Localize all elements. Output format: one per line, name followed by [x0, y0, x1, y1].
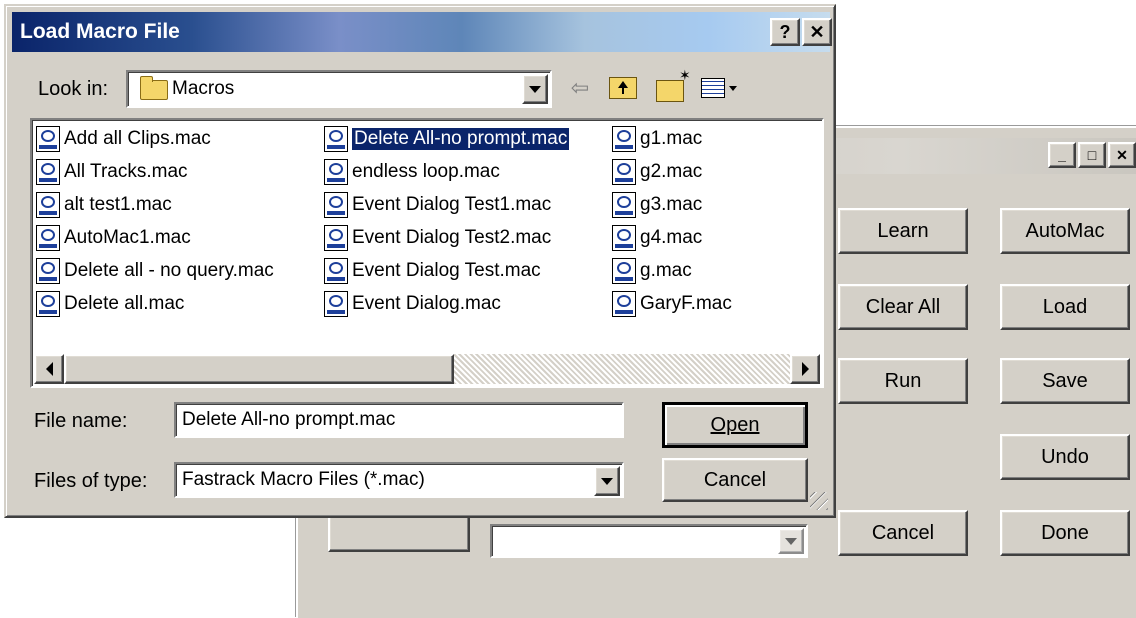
maximize-button[interactable]: □: [1078, 142, 1106, 168]
learn-button[interactable]: Learn: [838, 208, 968, 254]
folder-icon: [140, 76, 168, 100]
background-combo[interactable]: [490, 524, 808, 558]
files-of-type-label: Files of type:: [34, 470, 148, 492]
list-item[interactable]: g1.mac: [612, 124, 702, 154]
list-item-selected[interactable]: Delete All-no prompt.mac: [324, 124, 571, 154]
macro-file-icon: [324, 225, 348, 251]
open-label: Open: [710, 413, 760, 436]
dialog-titlebar[interactable]: Load Macro File ? ✕: [12, 12, 832, 52]
done-button[interactable]: Done: [1000, 510, 1130, 556]
list-item[interactable]: g3.mac: [612, 190, 702, 220]
list-item[interactable]: Add all Clips.mac: [36, 124, 211, 154]
list-item[interactable]: g2.mac: [612, 157, 702, 187]
background-cancel-button[interactable]: Cancel: [838, 510, 968, 556]
file-name-value: Delete All-no prompt.mac: [182, 409, 396, 430]
clear-all-button[interactable]: Clear All: [838, 284, 968, 330]
macro-file-icon: [612, 291, 636, 317]
macro-file-icon: [324, 192, 348, 218]
macro-file-icon: [612, 126, 636, 152]
background-combo-arrow[interactable]: [778, 528, 804, 554]
file-name-input[interactable]: Delete All-no prompt.mac: [174, 402, 624, 438]
look-in-label: Look in:: [38, 78, 109, 100]
macro-file-icon: [612, 159, 636, 185]
list-item[interactable]: Event Dialog Test1.mac: [324, 190, 551, 220]
macro-file-icon: [36, 192, 60, 218]
file-name-label: File name:: [34, 410, 128, 432]
list-item[interactable]: alt test1.mac: [36, 190, 172, 220]
help-button[interactable]: ?: [770, 18, 800, 46]
save-button[interactable]: Save: [1000, 358, 1130, 404]
look-in-combo[interactable]: Macros: [126, 70, 552, 108]
undo-button[interactable]: Undo: [1000, 434, 1130, 480]
dialog-title: Load Macro File: [20, 20, 180, 43]
macro-file-icon: [324, 258, 348, 284]
minimize-button[interactable]: _: [1048, 142, 1076, 168]
macro-file-icon: [612, 192, 636, 218]
macro-file-icon: [36, 291, 60, 317]
list-item[interactable]: g.mac: [612, 256, 692, 286]
files-of-type-value: Fastrack Macro Files (*.mac): [182, 469, 425, 490]
horizontal-scrollbar[interactable]: [34, 354, 820, 384]
scroll-track[interactable]: [454, 354, 790, 384]
file-list[interactable]: Add all Clips.mac All Tracks.mac alt tes…: [30, 118, 824, 388]
back-icon[interactable]: ⇦: [564, 72, 596, 104]
list-item[interactable]: Delete all - no query.mac: [36, 256, 274, 286]
list-item[interactable]: AutoMac1.mac: [36, 223, 191, 253]
macro-file-icon: [36, 258, 60, 284]
files-of-type-dropdown-arrow[interactable]: [594, 466, 620, 496]
background-close-button[interactable]: ✕: [1108, 142, 1136, 168]
macro-file-icon: [324, 291, 348, 317]
scroll-right-button[interactable]: [790, 354, 820, 384]
macro-file-icon: [36, 225, 60, 251]
list-item[interactable]: Event Dialog Test2.mac: [324, 223, 551, 253]
close-button[interactable]: ✕: [802, 18, 832, 46]
list-item[interactable]: GaryF.mac: [612, 289, 732, 319]
list-item[interactable]: Event Dialog.mac: [324, 289, 501, 319]
new-folder-icon[interactable]: ✶: [652, 68, 691, 104]
list-item[interactable]: All Tracks.mac: [36, 157, 188, 187]
automac-button[interactable]: AutoMac: [1000, 208, 1130, 254]
list-item[interactable]: Event Dialog Test.mac: [324, 256, 541, 286]
load-button[interactable]: Load: [1000, 284, 1130, 330]
load-macro-dialog: Load Macro File ? ✕ Look in: Macros ⇦ ✶ …: [4, 4, 836, 518]
macro-file-icon: [36, 126, 60, 152]
list-item[interactable]: endless loop.mac: [324, 157, 500, 187]
up-folder-icon[interactable]: [606, 72, 640, 104]
list-item[interactable]: g4.mac: [612, 223, 702, 253]
look-in-value: Macros: [172, 78, 235, 99]
macro-file-icon: [36, 159, 60, 185]
view-menu-icon[interactable]: [696, 72, 742, 104]
scroll-thumb[interactable]: [64, 354, 454, 384]
files-of-type-combo[interactable]: Fastrack Macro Files (*.mac): [174, 462, 624, 498]
list-item[interactable]: Delete all.mac: [36, 289, 184, 319]
cancel-button[interactable]: Cancel: [662, 458, 808, 502]
run-button[interactable]: Run: [838, 358, 968, 404]
resize-grip[interactable]: [810, 492, 828, 510]
macro-file-icon: [324, 126, 348, 152]
look-in-dropdown-arrow[interactable]: [522, 74, 548, 104]
open-button[interactable]: Open: [662, 402, 808, 448]
macro-file-icon: [612, 225, 636, 251]
scroll-left-button[interactable]: [34, 354, 64, 384]
macro-file-icon: [324, 159, 348, 185]
macro-file-icon: [612, 258, 636, 284]
